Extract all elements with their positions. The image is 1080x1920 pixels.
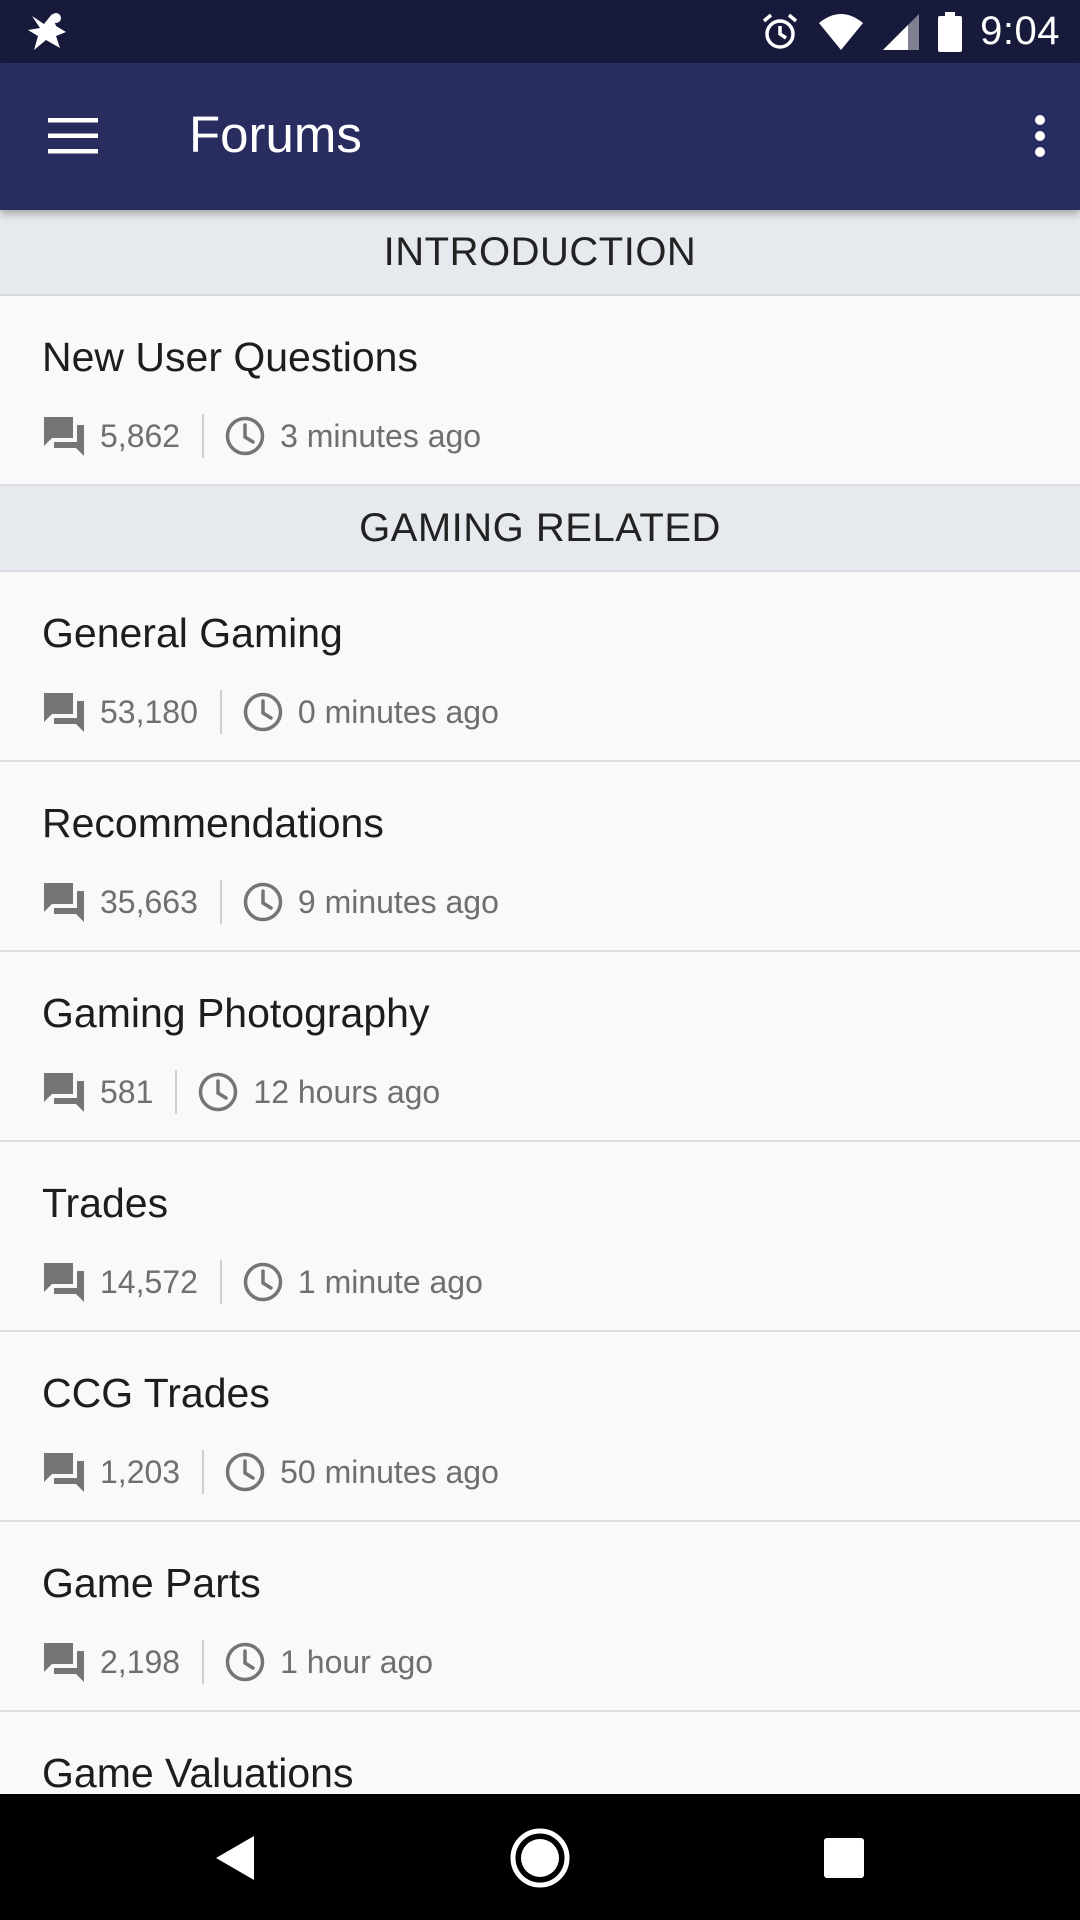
- notification-app-icon: [28, 13, 66, 50]
- post-count: 1,203: [100, 1453, 181, 1490]
- forum-meta: 5,862 3 minutes ago: [42, 414, 481, 458]
- last-activity: 1 hour ago: [280, 1643, 434, 1680]
- post-count: 581: [100, 1073, 154, 1110]
- forum-meta: 53,180 0 minutes ago: [42, 690, 499, 734]
- recents-button[interactable]: [808, 1822, 880, 1894]
- forum-name: CCG Trades: [42, 1370, 270, 1416]
- recents-icon: [824, 1838, 864, 1878]
- status-bar: 9:04: [0, 0, 1080, 63]
- chat-bubbles-icon: [42, 880, 86, 924]
- last-activity: 1 minute ago: [297, 1263, 483, 1300]
- meta-divider: [175, 1070, 178, 1114]
- clock-icon: [224, 1641, 266, 1683]
- chat-bubbles-icon: [42, 1260, 86, 1304]
- home-button[interactable]: [504, 1822, 576, 1894]
- home-icon: [510, 1828, 570, 1888]
- forum-name: Recommendations: [42, 800, 384, 846]
- forum-list: INTRODUCTION New User Questions 5,862 3 min…: [0, 210, 1080, 1794]
- forum-name: New User Questions: [42, 334, 418, 380]
- forum-meta: 2,198 1 hour ago: [42, 1640, 433, 1684]
- chat-bubbles-icon: [42, 414, 86, 458]
- section-header: INTRODUCTION: [0, 210, 1080, 296]
- post-count: 14,572: [100, 1263, 198, 1300]
- page-title: Forums: [189, 106, 362, 163]
- clock-time: 9:04: [980, 9, 1060, 53]
- forum-name: Game Valuations: [42, 1750, 354, 1794]
- last-activity: 50 minutes ago: [280, 1453, 499, 1490]
- forum-row[interactable]: Game Parts 2,198 1 hour ago: [0, 1522, 1080, 1712]
- clock-icon: [197, 1071, 239, 1113]
- forum-name: Game Parts: [42, 1560, 261, 1606]
- section-header: GAMING RELATED: [0, 486, 1080, 572]
- back-icon: [216, 1836, 254, 1880]
- meta-divider: [219, 690, 222, 734]
- wifi-icon: [819, 13, 864, 50]
- post-count: 53,180: [100, 693, 198, 730]
- forum-meta: 14,572 1 minute ago: [42, 1260, 483, 1304]
- forum-meta: 35,663 9 minutes ago: [42, 880, 499, 924]
- chat-bubbles-icon: [42, 1070, 86, 1114]
- forum-name: General Gaming: [42, 610, 343, 656]
- forums-screen: 9:04 Forums INTRODUCTION New User Questio…: [0, 0, 1080, 1920]
- forum-name: Gaming Photography: [42, 990, 430, 1036]
- meta-divider: [202, 414, 205, 458]
- forum-row[interactable]: Trades 14,572 1 minute ago: [0, 1142, 1080, 1332]
- back-button[interactable]: [200, 1822, 272, 1894]
- menu-icon: [48, 118, 98, 154]
- post-count: 35,663: [100, 883, 198, 920]
- last-activity: 9 minutes ago: [297, 883, 499, 920]
- forum-row[interactable]: Gaming Photography 581 12 hours ago: [0, 952, 1080, 1142]
- navigation-bar: [0, 1794, 1080, 1920]
- menu-button[interactable]: [26, 96, 120, 176]
- forum-row[interactable]: New User Questions 5,862 3 minutes ago: [0, 296, 1080, 486]
- forum-row[interactable]: Recommendations 35,663 9 minutes ago: [0, 762, 1080, 952]
- meta-divider: [202, 1640, 205, 1684]
- app-bar: Forums: [0, 63, 1080, 210]
- chat-bubbles-icon: [42, 1640, 86, 1684]
- cell-signal-icon: [883, 13, 920, 50]
- post-count: 2,198: [100, 1643, 181, 1680]
- last-activity: 3 minutes ago: [280, 417, 482, 454]
- meta-divider: [202, 1450, 205, 1494]
- clock-icon: [242, 1261, 284, 1303]
- clock-icon: [224, 1451, 266, 1493]
- chat-bubbles-icon: [42, 690, 86, 734]
- forum-row[interactable]: General Gaming 53,180 0 minutes ago: [0, 572, 1080, 762]
- clock-icon: [242, 881, 284, 923]
- clock-icon: [242, 691, 284, 733]
- overflow-menu-icon: [1035, 115, 1045, 157]
- last-activity: 12 hours ago: [253, 1073, 441, 1110]
- status-icons: 9:04: [742, 0, 1060, 63]
- meta-divider: [219, 1260, 222, 1304]
- post-count: 5,862: [100, 417, 181, 454]
- forum-name: Trades: [42, 1180, 169, 1226]
- forum-row[interactable]: Game Valuations: [0, 1712, 1080, 1794]
- battery-icon: [938, 11, 963, 52]
- forum-meta: 581 12 hours ago: [42, 1070, 440, 1114]
- forum-meta: 1,203 50 minutes ago: [42, 1450, 499, 1494]
- clock-icon: [224, 415, 266, 457]
- forum-row[interactable]: CCG Trades 1,203 50 minutes ago: [0, 1332, 1080, 1522]
- overflow-menu-button[interactable]: [1010, 96, 1070, 176]
- chat-bubbles-icon: [42, 1450, 86, 1494]
- alarm-icon: [763, 13, 798, 49]
- last-activity: 0 minutes ago: [297, 693, 499, 730]
- meta-divider: [219, 880, 222, 924]
